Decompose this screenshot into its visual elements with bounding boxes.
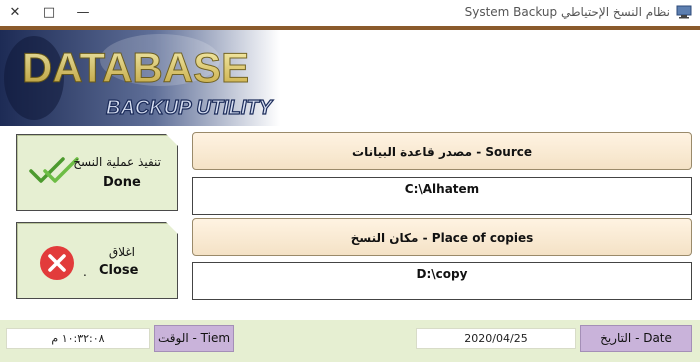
maximize-window-button[interactable]: □ (40, 4, 58, 22)
status-footer: ١٠:٣٢:٠٨ م الوقت - Tiem 2020/04/25 التار… (0, 320, 700, 362)
date-value: 2020/04/25 (416, 328, 576, 349)
execute-backup-button[interactable]: تنفيذ عملية النسخ Done (16, 134, 178, 211)
error-x-icon (40, 246, 74, 280)
close-window-button[interactable]: ✕ (6, 4, 24, 22)
window-controls: ✕ □ — (6, 4, 92, 22)
window-title: System Backup نظام النسخ الإحتياطي (464, 5, 670, 19)
time-value: ١٠:٣٢:٠٨ م (6, 328, 150, 349)
banner-logo: DATABASE BACKUP UTILITY (0, 30, 280, 126)
corner-fold (166, 222, 178, 234)
corner-fold (166, 134, 178, 146)
copies-path-field[interactable]: D:\copy (192, 262, 692, 300)
minimize-window-button[interactable]: — (74, 4, 92, 22)
banner-title-main: DATABASE (22, 44, 249, 91)
source-label: مصدر قاعدة البيانات - Source (192, 132, 692, 170)
title-bar: ✕ □ — System Backup نظام النسخ الإحتياطي (0, 0, 700, 26)
close-label-en: Close (99, 263, 139, 278)
time-label: الوقت - Tiem (154, 325, 234, 352)
close-label-ar: اغلاق (108, 245, 135, 259)
main-panel: تنفيذ عملية النسخ Done اغلاق . Close مصد… (0, 126, 700, 320)
banner: DATABASE BACKUP UTILITY (0, 30, 700, 126)
banner-title-sub: BACKUP UTILITY (106, 97, 274, 119)
close-dot: . (83, 265, 87, 279)
source-path-field[interactable]: C:\Alhatem (192, 177, 692, 215)
app-icon (676, 5, 692, 19)
execute-backup-label-en: Done (103, 175, 141, 190)
copies-label: مكان النسخ - Place of copies (192, 218, 692, 256)
execute-backup-label-ar: تنفيذ عملية النسخ (73, 155, 161, 169)
date-label: التاريخ - Date (580, 325, 692, 352)
close-app-button[interactable]: اغلاق . Close (16, 222, 178, 299)
